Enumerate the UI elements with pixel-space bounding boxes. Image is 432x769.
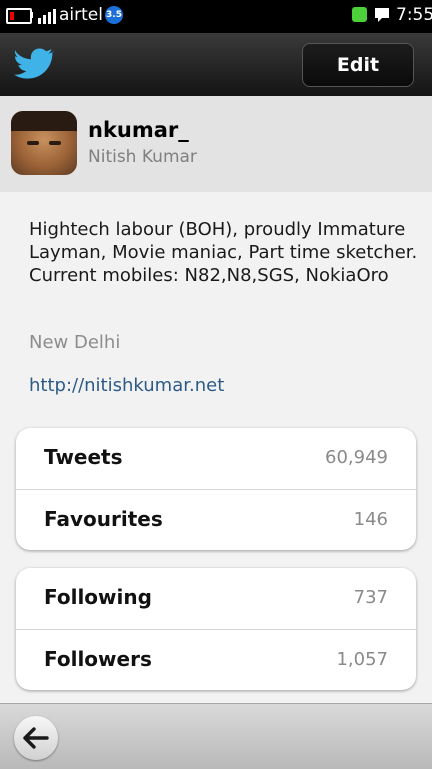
status-bar: airtel 3.5 7:55 bbox=[0, 0, 432, 33]
stat-label: Following bbox=[44, 585, 152, 609]
profile-location: New Delhi bbox=[29, 332, 121, 353]
stat-row-favourites[interactable]: Favourites 146 bbox=[16, 489, 416, 551]
clock: 7:55 bbox=[396, 5, 432, 25]
stat-label: Followers bbox=[44, 647, 152, 671]
back-button[interactable] bbox=[14, 716, 58, 760]
profile-url-link[interactable]: http://nitishkumar.net bbox=[29, 375, 224, 396]
carrier-name: airtel bbox=[59, 5, 103, 25]
notification-icon bbox=[352, 7, 367, 22]
stats-group-network: Following 737 Followers 1,057 bbox=[16, 568, 416, 690]
stats-group-activity: Tweets 60,949 Favourites 146 bbox=[16, 428, 416, 550]
stat-row-tweets[interactable]: Tweets 60,949 bbox=[16, 428, 416, 489]
stat-value: 1,057 bbox=[336, 649, 388, 670]
twitter-bird-icon bbox=[14, 48, 54, 79]
stat-value: 146 bbox=[353, 509, 388, 530]
stat-label: Tweets bbox=[44, 445, 123, 469]
stat-row-following[interactable]: Following 737 bbox=[16, 568, 416, 629]
bottom-toolbar bbox=[0, 703, 432, 769]
avatar[interactable] bbox=[11, 111, 77, 175]
stat-value: 60,949 bbox=[325, 447, 388, 468]
back-arrow-icon bbox=[23, 727, 49, 749]
profile-bio: Hightech labour (BOH), proudly Immature … bbox=[29, 219, 418, 286]
chat-icon bbox=[375, 8, 389, 22]
battery-icon bbox=[6, 8, 32, 24]
battery-tip bbox=[30, 12, 33, 18]
stat-label: Favourites bbox=[44, 507, 163, 531]
profile-name: Nitish Kumar bbox=[88, 147, 197, 167]
network-badge: 3.5 bbox=[105, 6, 123, 24]
stat-value: 737 bbox=[353, 587, 388, 608]
profile-handle: nkumar_ bbox=[88, 118, 189, 142]
edit-button[interactable]: Edit bbox=[302, 43, 414, 87]
app-header: Edit bbox=[0, 33, 432, 96]
profile-header: nkumar_ Nitish Kumar bbox=[0, 96, 432, 192]
stat-row-followers[interactable]: Followers 1,057 bbox=[16, 629, 416, 691]
